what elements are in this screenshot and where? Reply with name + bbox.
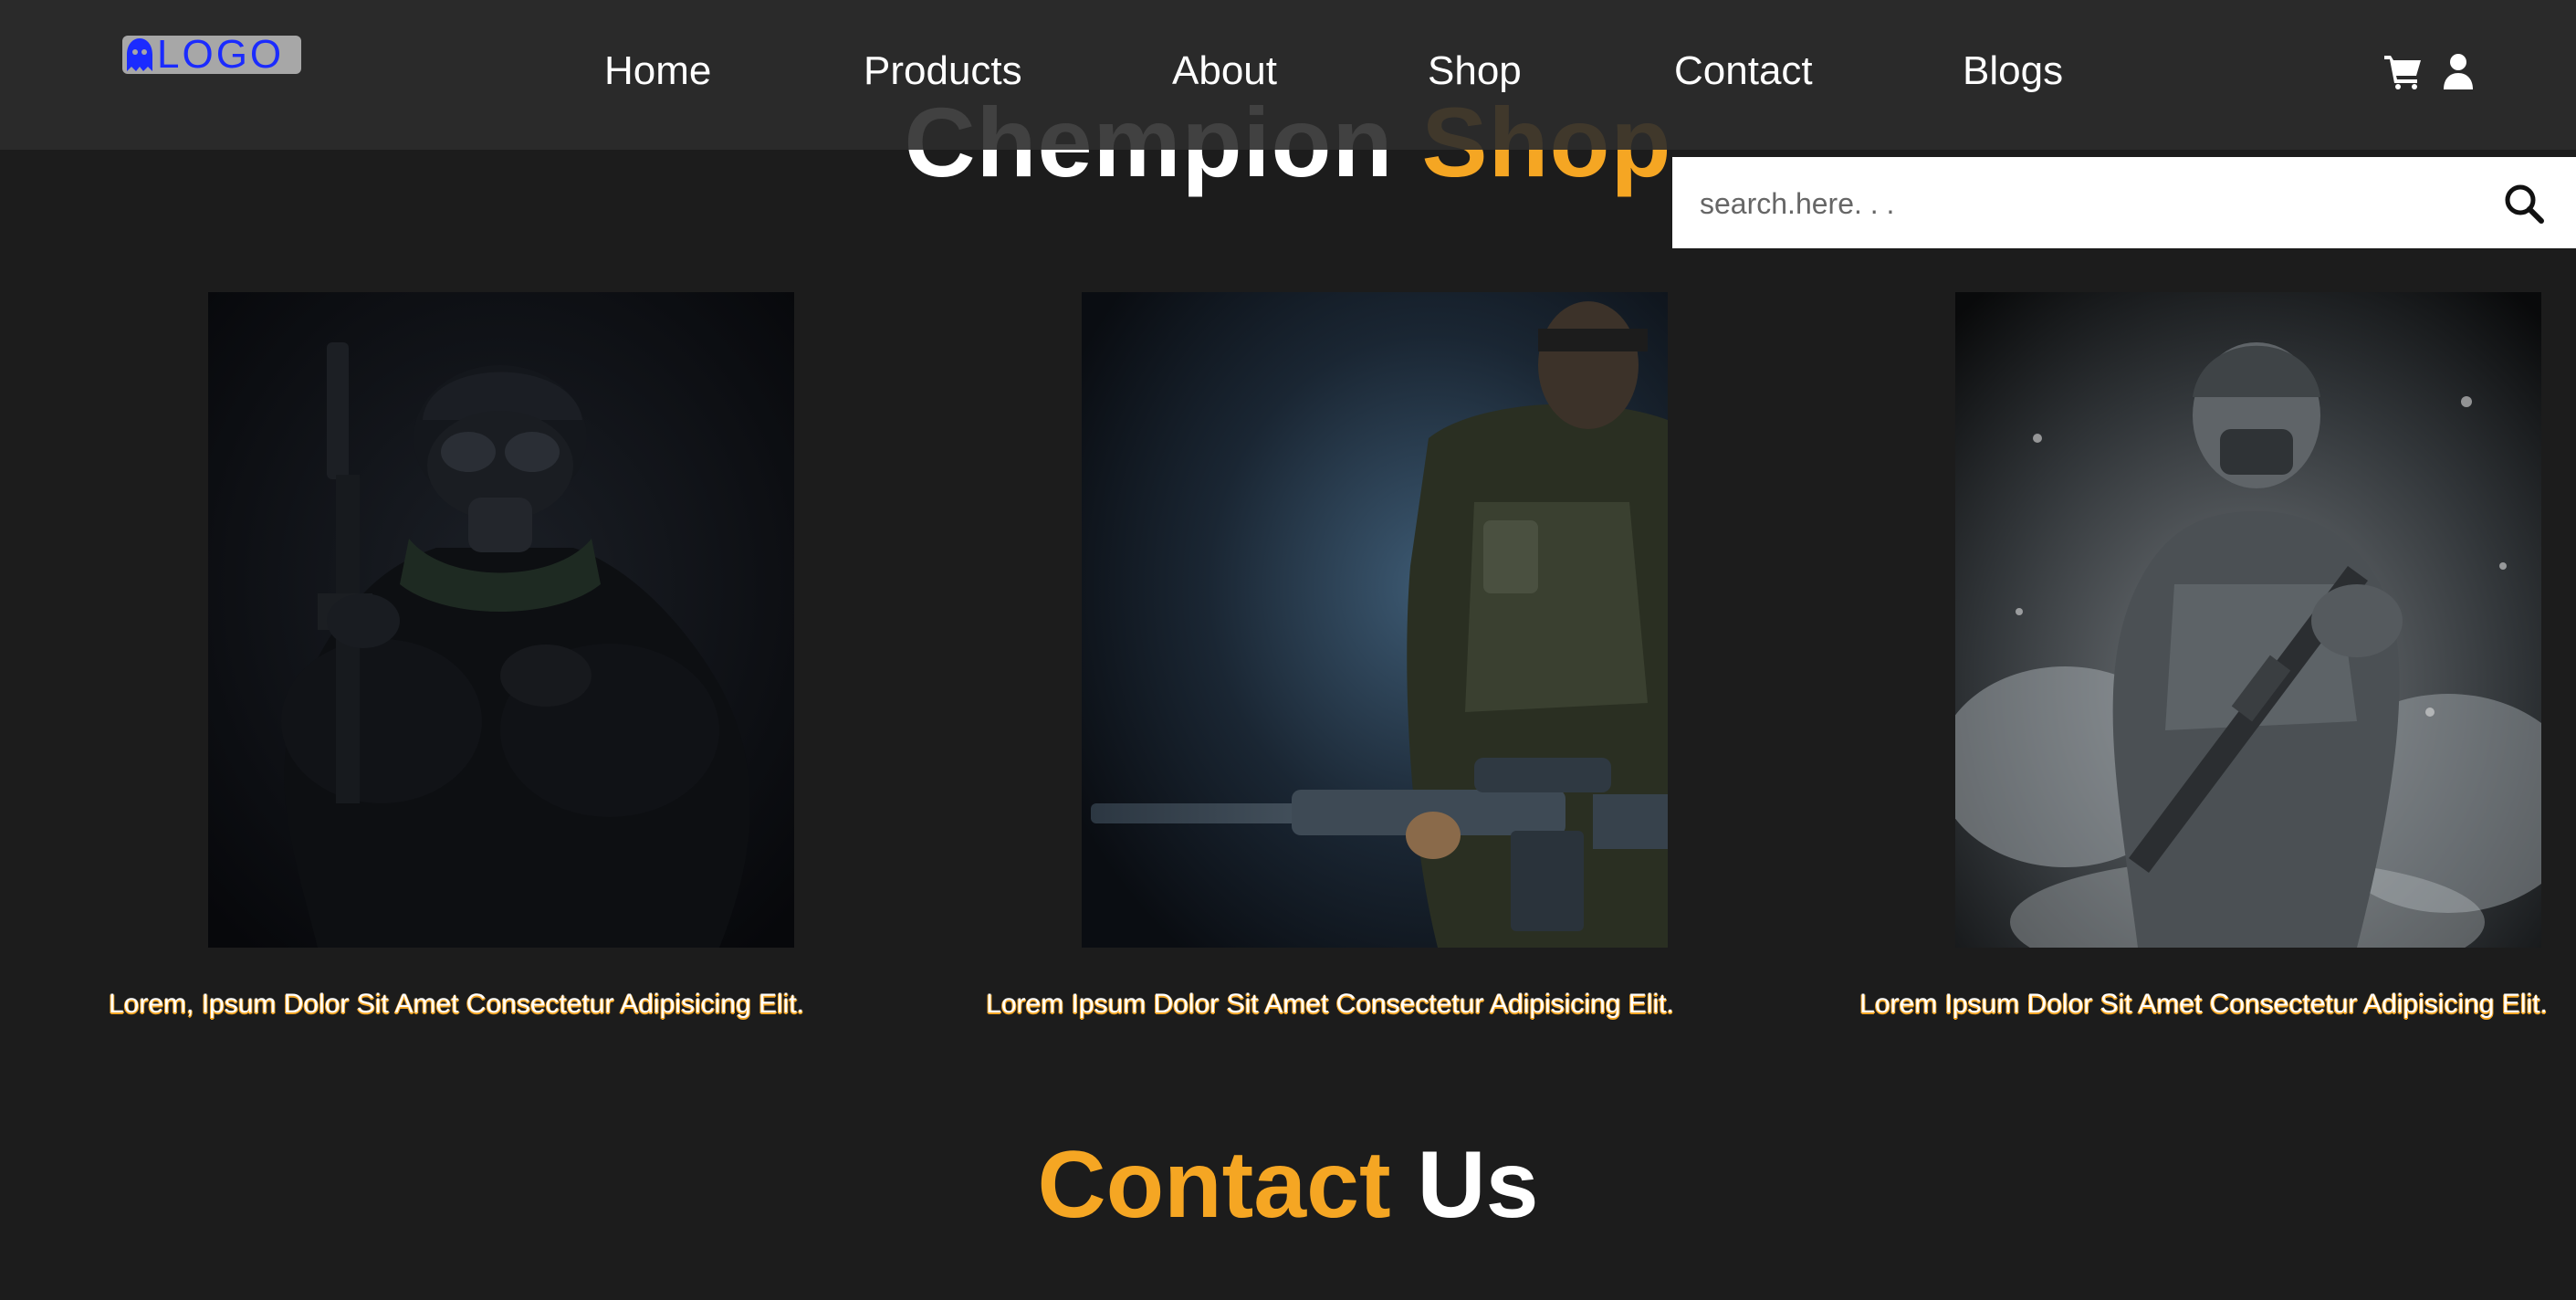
search-input[interactable] — [1698, 177, 2487, 230]
product-image-sniper-soldier[interactable] — [1082, 292, 1668, 948]
navbar: LOGO Home Products About Shop Contact Bl… — [0, 0, 2576, 150]
product-image-smoke-soldier[interactable] — [1955, 292, 2541, 948]
search-box — [1672, 157, 2576, 248]
contact-section-title: Contact Us — [0, 1130, 2576, 1240]
contact-title-part1: Contact — [1037, 1132, 1391, 1238]
card-caption-2: Lorem Ipsum Dolor Sit Amet Consectetur A… — [986, 989, 1674, 1019]
cart-icon[interactable] — [2384, 53, 2423, 89]
nav-link-shop[interactable]: Shop — [1428, 42, 1522, 100]
card-caption-3: Lorem Ipsum Dolor Sit Amet Consectetur A… — [1859, 989, 2548, 1019]
nav-link-products[interactable]: Products — [864, 42, 1022, 100]
card-caption-1: Lorem, Ipsum Dolor Sit Amet Consectetur … — [109, 989, 804, 1019]
search-icon[interactable] — [2499, 179, 2550, 230]
nav-link-contact[interactable]: Contact — [1674, 42, 1813, 100]
logo-text: LOGO — [157, 32, 285, 77]
user-icon[interactable] — [2443, 53, 2474, 89]
contact-title-part2: Us — [1417, 1132, 1539, 1238]
nav-link-blogs[interactable]: Blogs — [1963, 42, 2063, 100]
product-image-gasmask-soldier[interactable] — [208, 292, 794, 948]
logo[interactable]: LOGO — [122, 32, 301, 77]
nav-link-home[interactable]: Home — [604, 42, 711, 100]
ghost-icon — [127, 38, 152, 71]
nav-link-about[interactable]: About — [1172, 42, 1277, 100]
